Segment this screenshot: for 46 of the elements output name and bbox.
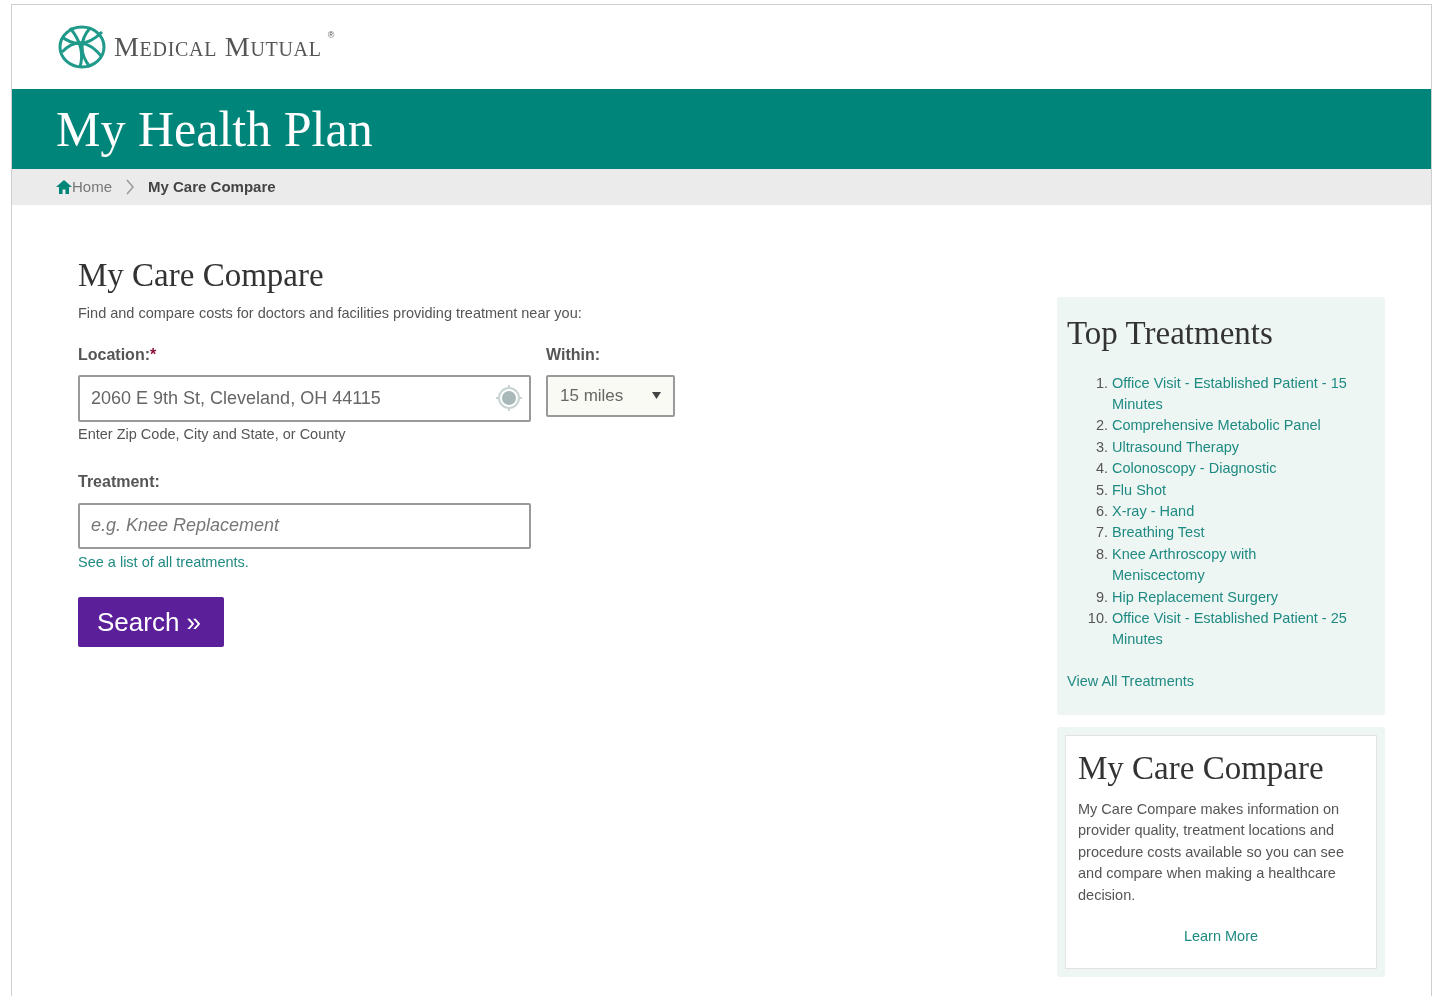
breadcrumb-current: My Care Compare bbox=[148, 176, 276, 197]
list-number: 9. bbox=[1094, 587, 1109, 607]
list-number: 6. bbox=[1094, 501, 1109, 521]
locate-icon[interactable] bbox=[496, 384, 522, 411]
page-title: My Care Compare bbox=[78, 257, 325, 293]
registered-mark: ® bbox=[327, 29, 335, 42]
treatment-link[interactable]: Ultrasound Therapy bbox=[1112, 436, 1348, 459]
distance-dropdown[interactable]: 15 miles bbox=[546, 374, 675, 417]
within-label: Within: bbox=[546, 344, 602, 365]
learn-more-link[interactable]: Learn More bbox=[1183, 926, 1259, 948]
list-number: 3. bbox=[1094, 437, 1109, 457]
treatment-link[interactable]: Flu Shot bbox=[1112, 479, 1348, 501]
location-field[interactable]: 2060 E 9th St, Cleveland, OH 44115 bbox=[78, 374, 531, 422]
banner-title: My Health Plan bbox=[56, 99, 373, 159]
treatment-link[interactable]: Colonoscopy - Diagnostic bbox=[1112, 458, 1348, 480]
about-title: My Care Compare bbox=[1078, 748, 1325, 788]
all-treatments-link[interactable]: See a list of all treatments. bbox=[78, 551, 531, 574]
treatment-link[interactable]: Comprehensive Metabolic Panel bbox=[1112, 415, 1348, 437]
treatment-link[interactable]: X-ray - Hand bbox=[1112, 500, 1348, 523]
list-number: 8. bbox=[1094, 544, 1109, 564]
treatment-link[interactable]: Breathing Test bbox=[1112, 522, 1348, 544]
location-hint: Enter Zip Code, City and State, or County bbox=[78, 424, 347, 444]
dropdown-caret-icon bbox=[652, 392, 661, 400]
intro-text: Find and compare costs for doctors and facilities providing treatment near you: bbox=[78, 304, 583, 323]
treatment-link[interactable]: Knee Arthroscopy with Meniscectomy bbox=[1112, 543, 1348, 587]
treatment-link[interactable]: Office Visit - Established Patient - 25 Minutes bbox=[1112, 607, 1348, 651]
about-text: My Care Compare makes information on provider quality, treatment locations and procedure costs available so you can see and compare when making a healthcare decision. bbox=[1078, 800, 1345, 905]
list-number: 7. bbox=[1094, 523, 1109, 543]
search-button[interactable]: Search » bbox=[78, 597, 224, 648]
list-number: 10. bbox=[1086, 608, 1109, 628]
chevron-right-icon bbox=[126, 179, 134, 195]
treatment-field[interactable]: e.g. Knee Replacement bbox=[78, 502, 531, 549]
brand-name: Medical Mutual bbox=[114, 30, 322, 64]
home-link[interactable]: Home bbox=[56, 175, 112, 199]
view-all-link[interactable]: View All Treatments bbox=[1067, 670, 1375, 693]
treatment-link[interactable]: Hip Replacement Surgery bbox=[1112, 586, 1348, 608]
list-number: 2. bbox=[1094, 416, 1109, 436]
treatment-link[interactable]: Office Visit - Established Patient - 15 Minutes bbox=[1112, 372, 1348, 416]
location-label: Location: bbox=[78, 344, 150, 365]
home-icon bbox=[56, 180, 72, 194]
panel-title: Top Treatments bbox=[1067, 314, 1274, 353]
required-mark: * bbox=[150, 344, 157, 365]
list-number: 1. bbox=[1094, 373, 1109, 393]
treatment-label: Treatment: bbox=[78, 471, 161, 492]
list-number: 5. bbox=[1094, 480, 1109, 500]
list-number: 4. bbox=[1094, 459, 1109, 479]
